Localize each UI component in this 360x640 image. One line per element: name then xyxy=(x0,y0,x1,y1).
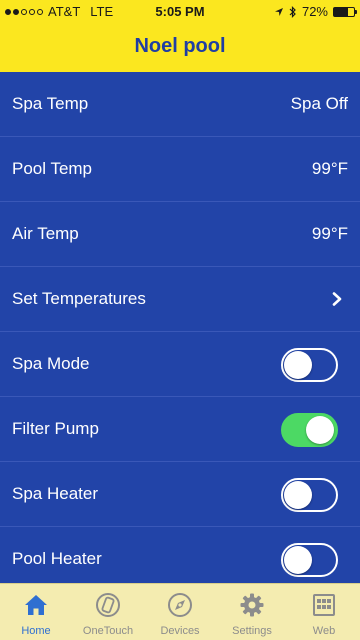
row-pool-temp: Pool Temp 99°F xyxy=(0,137,360,202)
spa-heater-label: Spa Heater xyxy=(12,484,98,503)
row-spa-heater: Spa Heater xyxy=(0,462,360,527)
row-air-temp: Air Temp 99°F xyxy=(0,202,360,267)
pool-temp-label: Pool Temp xyxy=(12,159,93,178)
bluetooth-icon xyxy=(289,5,296,18)
status-right: 72% xyxy=(274,4,357,19)
home-icon xyxy=(25,595,47,615)
tab-web[interactable]: Web xyxy=(288,584,360,640)
filter-pump-label: Filter Pump xyxy=(12,419,99,438)
set-temperatures-button[interactable]: Set Temperatures xyxy=(0,267,360,332)
pool-heater-label: Pool Heater xyxy=(12,549,102,568)
tab-home[interactable]: Home xyxy=(0,584,72,640)
row-filter-pump: Filter Pump xyxy=(0,397,360,462)
settings-list: Spa Temp Spa Off Pool Temp 99°F Air Temp… xyxy=(0,72,360,592)
location-arrow-icon xyxy=(274,7,283,16)
row-spa-temp: Spa Temp Spa Off xyxy=(0,72,360,137)
air-temp-label: Air Temp xyxy=(12,224,79,243)
pool-temp-value: 99°F xyxy=(311,159,348,178)
header-bar: AT&T LTE 5:05 PM 72% Noel pool xyxy=(0,0,360,72)
toggle-knob xyxy=(284,481,312,509)
spa-mode-label: Spa Mode xyxy=(12,354,90,373)
tab-settings-label: Settings xyxy=(232,625,272,637)
devices-icon xyxy=(168,593,192,617)
spa-temp-value: Spa Off xyxy=(290,94,348,113)
row-spa-mode: Spa Mode xyxy=(0,332,360,397)
gear-icon xyxy=(240,593,264,617)
status-bar: AT&T LTE 5:05 PM 72% xyxy=(0,0,360,24)
tab-home-label: Home xyxy=(21,625,51,637)
battery-icon xyxy=(333,6,357,17)
tab-web-label: Web xyxy=(312,625,336,637)
toggle-knob xyxy=(306,416,334,444)
battery-percent: 72% xyxy=(301,4,328,19)
set-temperatures-label: Set Temperatures xyxy=(12,289,146,308)
pool-heater-toggle[interactable] xyxy=(281,543,338,577)
tab-onetouch-label: OneTouch xyxy=(82,625,134,637)
tab-devices[interactable]: Devices xyxy=(144,584,216,640)
onetouch-icon xyxy=(96,593,120,617)
tab-bar: Home OneTouch Devices Settings Web xyxy=(0,583,360,640)
web-grid-icon xyxy=(313,594,335,616)
air-temp-value: 99°F xyxy=(311,224,348,243)
tab-devices-label: Devices xyxy=(160,625,200,637)
toggle-knob xyxy=(284,351,312,379)
spa-mode-toggle[interactable] xyxy=(281,348,338,382)
page-title: Noel pool xyxy=(134,35,226,57)
spa-heater-toggle[interactable] xyxy=(281,478,338,512)
tab-settings[interactable]: Settings xyxy=(216,584,288,640)
tab-onetouch[interactable]: OneTouch xyxy=(72,584,144,640)
toggle-knob xyxy=(284,546,312,574)
spa-temp-label: Spa Temp xyxy=(12,94,89,113)
filter-pump-toggle[interactable] xyxy=(281,413,338,447)
chevron-right-icon xyxy=(332,292,342,306)
